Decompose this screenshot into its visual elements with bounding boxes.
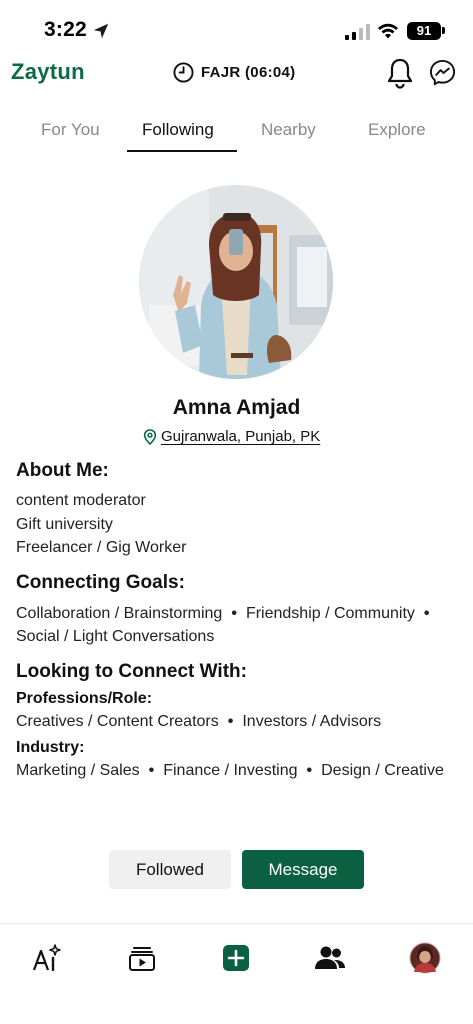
separator-dot: • xyxy=(148,762,155,779)
goal-item: Collaboration / Brainstorming xyxy=(16,604,223,622)
battery-indicator: 91 xyxy=(407,22,441,40)
cellular-signal-icon xyxy=(345,24,370,40)
about-line: content moderator xyxy=(16,492,146,509)
profession-item: Investors / Advisors xyxy=(242,712,382,730)
nav-ai[interactable] xyxy=(29,940,65,976)
location-arrow-icon xyxy=(93,23,109,39)
bottom-nav-divider xyxy=(0,923,473,924)
map-pin-icon xyxy=(143,428,157,445)
goals-title: Connecting Goals: xyxy=(16,571,185,593)
people-icon xyxy=(315,946,345,969)
ai-sparkle-icon xyxy=(32,944,61,972)
status-time: 3:22 xyxy=(44,18,87,41)
goal-item: Social / Light Conversations xyxy=(16,628,215,645)
separator-dot: • xyxy=(231,604,237,622)
location-link[interactable]: Gujranwala, Punjab, PK xyxy=(161,428,320,445)
looking-title: Looking to Connect With: xyxy=(16,660,247,682)
profile-avatar xyxy=(409,942,441,974)
notification-bell-icon[interactable] xyxy=(385,57,415,89)
about-line: Freelancer / Gig Worker xyxy=(16,539,187,556)
nav-videos[interactable] xyxy=(124,940,160,976)
industry-list: Marketing / Sales • Finance / Investing • De… xyxy=(16,759,461,783)
tab-following[interactable]: Following xyxy=(142,120,214,140)
messenger-icon[interactable] xyxy=(429,59,456,86)
about-title: About Me: xyxy=(16,460,109,481)
industry-item: Marketing / Sales xyxy=(16,762,140,779)
professions-list: Creatives / Content Creators • Investors /… xyxy=(16,710,461,734)
tab-explore[interactable]: Explore xyxy=(368,120,426,140)
brand-logo: Zaytun xyxy=(11,59,85,84)
nav-profile[interactable] xyxy=(407,940,443,976)
status-bar: 3:22 91 xyxy=(0,0,473,50)
nav-create-post[interactable] xyxy=(218,940,254,976)
goals-list: Collaboration / Brainstorming • Friendship… xyxy=(16,602,461,649)
nav-connections[interactable] xyxy=(312,940,348,976)
tab-for-you[interactable]: For You xyxy=(41,120,100,140)
add-post-icon xyxy=(223,945,249,971)
separator-dot: • xyxy=(306,762,313,779)
professions-title: Professions/Role: xyxy=(16,689,153,707)
prayer-time[interactable]: FAJR (06:04) xyxy=(173,60,295,84)
wifi-icon xyxy=(378,23,398,39)
feed-tabs: For You Following Nearby Explore xyxy=(0,114,473,154)
separator-dot: • xyxy=(227,712,234,730)
profile-photo-illustration xyxy=(139,185,333,379)
profession-item: Creatives / Content Creators xyxy=(16,712,219,730)
profile-details: About Me: content moderator Gift univers… xyxy=(16,460,461,783)
about-line: Gift university xyxy=(16,515,113,533)
followed-button[interactable]: Followed xyxy=(109,850,231,889)
message-button[interactable]: Message xyxy=(242,850,364,889)
tab-nearby[interactable]: Nearby xyxy=(261,120,316,140)
clock-icon xyxy=(173,61,194,83)
profile-location[interactable]: Gujranwala, Punjab, PK xyxy=(143,428,320,445)
battery-tip xyxy=(442,27,445,34)
separator-dot: • xyxy=(423,604,430,622)
video-feed-icon xyxy=(129,947,155,971)
goal-item: Friendship / Community xyxy=(245,604,415,622)
industry-item: Design / Creative xyxy=(321,762,444,779)
industry-title: Industry: xyxy=(16,739,85,756)
active-tab-indicator xyxy=(127,150,237,152)
profile-photo[interactable] xyxy=(139,185,333,379)
profile-name: Amna Amjad xyxy=(172,396,301,419)
industry-item: Finance / Investing xyxy=(163,762,298,779)
prayer-time-label: FAJR (06:04) xyxy=(201,63,296,81)
